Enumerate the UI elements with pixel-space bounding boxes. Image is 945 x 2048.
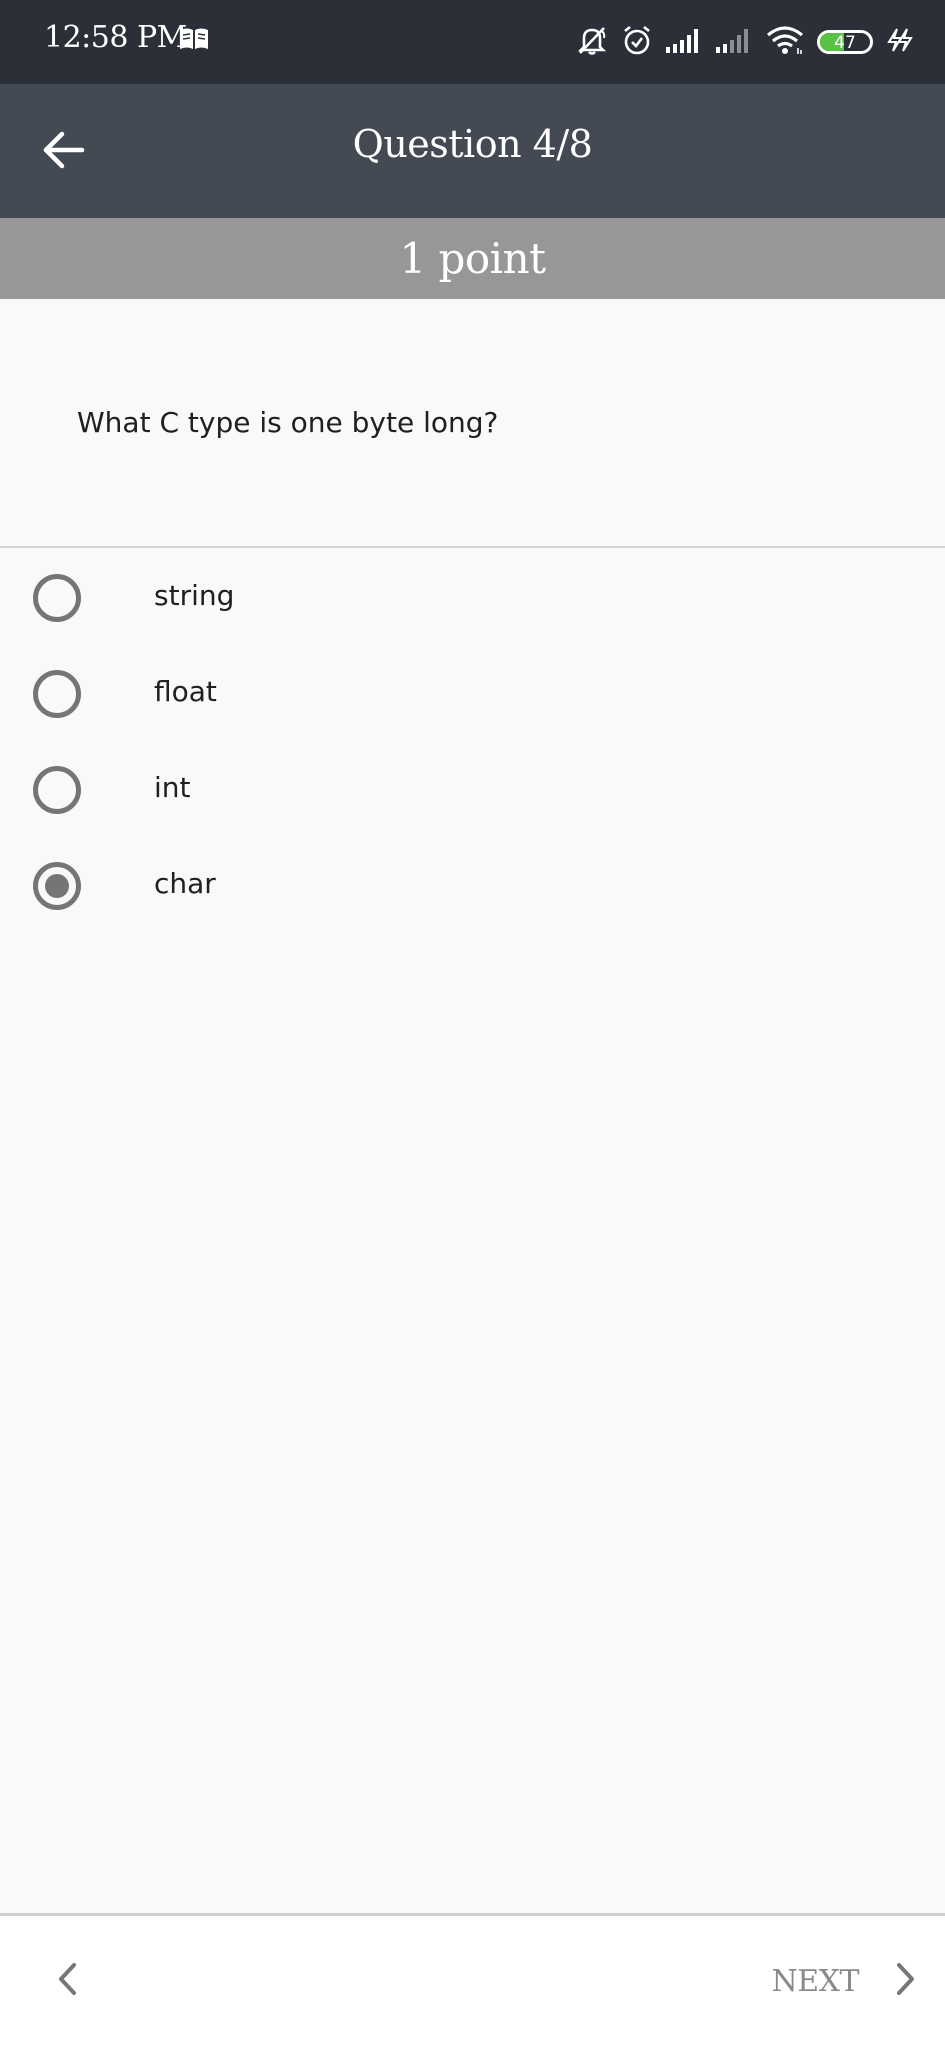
radio-button[interactable] <box>33 670 81 718</box>
wifi-icon <box>765 24 805 60</box>
answer-option-char[interactable]: char <box>0 837 945 933</box>
answer-option-label: float <box>154 675 217 708</box>
charging-icon <box>885 26 913 58</box>
answer-option-label: string <box>154 579 235 612</box>
points-banner: 1 point <box>0 218 945 299</box>
radio-button[interactable] <box>33 766 81 814</box>
answer-option-int[interactable]: int <box>0 741 945 837</box>
question-panel: What C type is one byte long? <box>0 299 945 548</box>
status-icons: 47 <box>575 22 913 62</box>
app-bar: Question 4/8 <box>0 84 945 218</box>
answer-option-label: char <box>154 867 216 900</box>
bottom-navigation: NEXT <box>0 1913 945 2048</box>
mute-icon <box>575 23 609 61</box>
question-text: What C type is one byte long? <box>77 406 499 439</box>
answer-option-string[interactable]: string <box>0 549 945 645</box>
signal-weak-icon <box>715 25 753 59</box>
next-button[interactable]: NEXT <box>771 1946 917 2016</box>
radio-button[interactable] <box>33 574 81 622</box>
battery-icon: 47 <box>817 30 873 54</box>
status-time: 12:58 PM <box>44 20 187 55</box>
signal-icon <box>665 25 703 59</box>
answer-option-float[interactable]: float <box>0 645 945 741</box>
answer-options: string float int char <box>0 549 945 933</box>
status-bar: 12:58 PM 47 <box>0 0 945 84</box>
alarm-icon <box>621 24 653 60</box>
page-title: Question 4/8 <box>352 122 593 166</box>
previous-button[interactable] <box>40 1946 96 2016</box>
chevron-left-icon <box>56 1961 80 2001</box>
answer-option-label: int <box>154 771 191 804</box>
next-label: NEXT <box>771 1963 859 1999</box>
chevron-right-icon <box>893 1961 917 2001</box>
radio-button-selected[interactable] <box>33 862 81 910</box>
battery-level: 47 <box>834 33 856 53</box>
book-icon <box>178 27 210 55</box>
